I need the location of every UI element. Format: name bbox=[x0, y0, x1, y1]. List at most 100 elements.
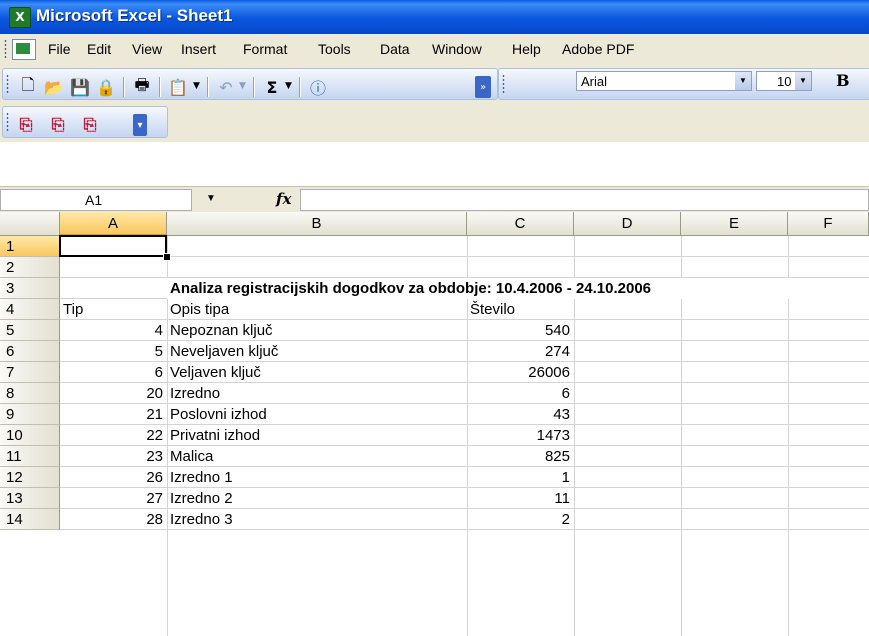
cell-stevilo[interactable]: 274 bbox=[467, 341, 574, 362]
excel-icon[interactable]: X bbox=[9, 7, 31, 28]
toolbar-grip[interactable] bbox=[502, 74, 505, 94]
chevron-down-icon[interactable]: ▼ bbox=[206, 193, 216, 204]
cell-opis[interactable]: Neveljaven ključ bbox=[167, 341, 278, 362]
menu-window[interactable]: Window bbox=[432, 41, 482, 57]
cell-tip[interactable]: 27 bbox=[60, 488, 167, 509]
column-header-d[interactable]: D bbox=[574, 212, 681, 236]
column-header-c[interactable]: C bbox=[467, 212, 574, 236]
cell-stevilo[interactable]: 11 bbox=[467, 488, 574, 509]
menu-edit[interactable]: Edit bbox=[87, 41, 111, 57]
header-cell-stevilo[interactable]: Število bbox=[467, 299, 515, 320]
cell-opis[interactable]: Izredno bbox=[167, 383, 220, 404]
row-header-10[interactable]: 10 bbox=[0, 425, 60, 446]
cell-tip[interactable]: 20 bbox=[60, 383, 167, 404]
toolbar-grip[interactable] bbox=[6, 74, 9, 94]
menubar-grip[interactable] bbox=[4, 39, 7, 59]
cell-opis[interactable]: Izredno 1 bbox=[167, 467, 233, 488]
select-all-corner[interactable] bbox=[0, 212, 60, 236]
chevron-down-icon[interactable]: ▼ bbox=[735, 72, 751, 90]
bold-button[interactable]: B bbox=[836, 71, 850, 90]
toolbar-options-icon[interactable]: » bbox=[475, 76, 491, 98]
cell-tip[interactable]: 21 bbox=[60, 404, 167, 425]
toolbar-options-icon[interactable]: ▾ bbox=[133, 114, 147, 136]
cell-stevilo[interactable]: 26006 bbox=[467, 362, 574, 383]
undo-dropdown-icon[interactable]: ▼ bbox=[239, 81, 246, 91]
undo-icon[interactable]: ↶ bbox=[215, 76, 237, 98]
cell-stevilo[interactable]: 2 bbox=[467, 509, 574, 530]
cell-tip[interactable]: 28 bbox=[60, 509, 167, 530]
row-header-3[interactable]: 3 bbox=[0, 278, 60, 299]
name-box[interactable]: A1 bbox=[0, 189, 192, 211]
cell-opis[interactable]: Izredno 2 bbox=[167, 488, 233, 509]
paste-icon[interactable]: 📋 bbox=[167, 76, 189, 98]
pdf-icon[interactable]: ⎘ bbox=[15, 114, 37, 136]
report-title-cell[interactable]: Analiza registracijskih dogodkov za obdo… bbox=[167, 278, 869, 299]
cell-stevilo[interactable]: 1473 bbox=[467, 425, 574, 446]
row-header-11[interactable]: 11 bbox=[0, 446, 60, 467]
column-header-b[interactable]: B bbox=[167, 212, 467, 236]
header-cell-opis[interactable]: Opis tipa bbox=[167, 299, 229, 320]
cell-stevilo[interactable]: 43 bbox=[467, 404, 574, 425]
row-header-14[interactable]: 14 bbox=[0, 509, 60, 530]
help-icon[interactable]: ⓘ bbox=[307, 76, 329, 98]
permission-icon[interactable]: 🔒 bbox=[95, 76, 117, 98]
cell-tip[interactable]: 26 bbox=[60, 467, 167, 488]
cell-tip[interactable]: 4 bbox=[60, 320, 167, 341]
paste-dropdown-icon[interactable]: ▼ bbox=[193, 81, 200, 91]
new-document-icon[interactable]: 🗋 bbox=[17, 75, 39, 98]
autosum-icon[interactable]: Σ bbox=[261, 76, 283, 98]
row-header-1[interactable]: 1 bbox=[0, 236, 60, 257]
fx-icon[interactable]: fx bbox=[276, 190, 291, 208]
cell-stevilo[interactable]: 540 bbox=[467, 320, 574, 341]
active-cell-a1[interactable] bbox=[59, 235, 167, 257]
cell-opis[interactable]: Izredno 3 bbox=[167, 509, 233, 530]
document-icon[interactable] bbox=[12, 39, 36, 60]
row-header-5[interactable]: 5 bbox=[0, 320, 60, 341]
font-size-box[interactable]: 10 ▼ bbox=[756, 71, 812, 91]
fill-handle[interactable] bbox=[163, 253, 171, 261]
cell-opis[interactable]: Malica bbox=[167, 446, 213, 467]
cell-tip[interactable]: 5 bbox=[60, 341, 167, 362]
column-header-a[interactable]: A bbox=[60, 212, 167, 236]
menu-file[interactable]: File bbox=[48, 41, 71, 57]
cell-tip[interactable]: 22 bbox=[60, 425, 167, 446]
cell-opis[interactable]: Privatni izhod bbox=[167, 425, 260, 446]
menu-data[interactable]: Data bbox=[380, 41, 410, 57]
cell-stevilo[interactable]: 1 bbox=[467, 467, 574, 488]
cell-tip[interactable]: 6 bbox=[60, 362, 167, 383]
row-header-13[interactable]: 13 bbox=[0, 488, 60, 509]
menu-insert[interactable]: Insert bbox=[181, 41, 216, 57]
autosum-dropdown-icon[interactable]: ▼ bbox=[285, 81, 292, 91]
cell-opis[interactable]: Veljaven ključ bbox=[167, 362, 261, 383]
row-header-12[interactable]: 12 bbox=[0, 467, 60, 488]
cell-opis[interactable]: Nepoznan ključ bbox=[167, 320, 273, 341]
row-header-6[interactable]: 6 bbox=[0, 341, 60, 362]
font-name-box[interactable]: Arial ▼ bbox=[576, 71, 752, 91]
chevron-down-icon[interactable]: ▼ bbox=[795, 72, 811, 90]
menu-tools[interactable]: Tools bbox=[318, 41, 351, 57]
cell-tip[interactable]: 23 bbox=[60, 446, 167, 467]
row-header-2[interactable]: 2 bbox=[0, 257, 60, 278]
cell-stevilo[interactable]: 825 bbox=[467, 446, 574, 467]
print-icon[interactable]: 🖶 bbox=[131, 75, 153, 98]
worksheet-grid[interactable]: A B C D E F 1 2 3 4 5 6 7 8 9 10 11 12 1… bbox=[0, 212, 869, 636]
column-header-e[interactable]: E bbox=[681, 212, 788, 236]
column-header-f[interactable]: F bbox=[788, 212, 869, 236]
pdf-icon[interactable]: ⎘ bbox=[47, 114, 69, 136]
formula-input[interactable] bbox=[300, 189, 869, 211]
save-icon[interactable]: 💾 bbox=[69, 76, 91, 98]
cell-opis[interactable]: Poslovni izhod bbox=[167, 404, 267, 425]
row-header-7[interactable]: 7 bbox=[0, 362, 60, 383]
open-folder-icon[interactable]: 📂 bbox=[43, 76, 65, 98]
header-cell-tip[interactable]: Tip bbox=[60, 299, 83, 320]
menu-help[interactable]: Help bbox=[512, 41, 541, 57]
menu-view[interactable]: View bbox=[132, 41, 162, 57]
menu-adobe-pdf[interactable]: Adobe PDF bbox=[562, 41, 634, 57]
cell-stevilo[interactable]: 6 bbox=[467, 383, 574, 404]
row-header-9[interactable]: 9 bbox=[0, 404, 60, 425]
toolbar-grip[interactable] bbox=[6, 112, 9, 132]
row-header-8[interactable]: 8 bbox=[0, 383, 60, 404]
row-header-4[interactable]: 4 bbox=[0, 299, 60, 320]
menu-format[interactable]: Format bbox=[243, 41, 287, 57]
pdf-icon[interactable]: ⎘ bbox=[79, 114, 101, 136]
